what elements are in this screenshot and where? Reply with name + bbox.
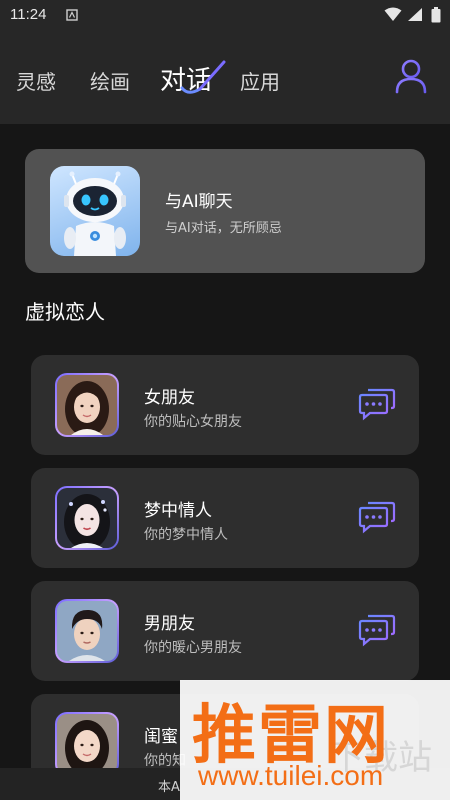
tab-inspiration[interactable]: 灵感 [16, 66, 56, 95]
companion-subtitle: 你的暖心男朋友 [144, 640, 242, 656]
companion-subtitle: 你的贴心女朋友 [144, 414, 242, 430]
tab-apps[interactable]: 应用 [240, 66, 280, 95]
wifi-icon [384, 7, 402, 21]
avatar [55, 599, 119, 663]
tab-drawing[interactable]: 绘画 [90, 66, 130, 95]
status-time: 11:24 [10, 6, 47, 23]
watermark-logo: 下载站 推雷网 www.tuilei.com [180, 680, 450, 800]
ai-chat-title: 与AI聊天 [165, 192, 233, 212]
ai-chat-subtitle: 与AI对话，无所顾忌 [165, 221, 282, 236]
companion-title: 闺蜜 [144, 727, 178, 747]
robot-avatar [50, 166, 140, 256]
user-icon[interactable] [394, 58, 428, 94]
avatar [55, 486, 119, 550]
top-nav: 灵感 绘画 对话 应用 [0, 30, 450, 124]
avatar [55, 373, 119, 437]
companion-subtitle: 你的梦中情人 [144, 527, 228, 543]
avatar [55, 712, 119, 776]
watermark-url: www.tuilei.com [198, 760, 384, 791]
cell-signal-icon [408, 8, 422, 21]
chat-bubble-icon[interactable] [358, 500, 396, 534]
ai-chat-card[interactable]: 与AI聊天 与AI对话，无所顾忌 [25, 149, 425, 273]
section-title: 虚拟恋人 [25, 300, 105, 324]
active-tab-indicator [180, 60, 226, 94]
companion-item-dream-lover[interactable]: 梦中情人 你的梦中情人 [31, 468, 419, 568]
status-bar: 11:24 [0, 0, 450, 30]
companion-title: 梦中情人 [144, 501, 212, 521]
companion-title: 女朋友 [144, 388, 195, 408]
bottom-note: 本A [158, 780, 180, 795]
sim-card-icon [66, 9, 78, 21]
companion-title: 男朋友 [144, 614, 195, 634]
chat-bubble-icon[interactable] [358, 387, 396, 421]
companion-item-boyfriend[interactable]: 男朋友 你的暖心男朋友 [31, 581, 419, 681]
chat-bubble-icon[interactable] [358, 613, 396, 647]
battery-icon [431, 7, 441, 23]
companion-item-girlfriend[interactable]: 女朋友 你的贴心女朋友 [31, 355, 419, 455]
